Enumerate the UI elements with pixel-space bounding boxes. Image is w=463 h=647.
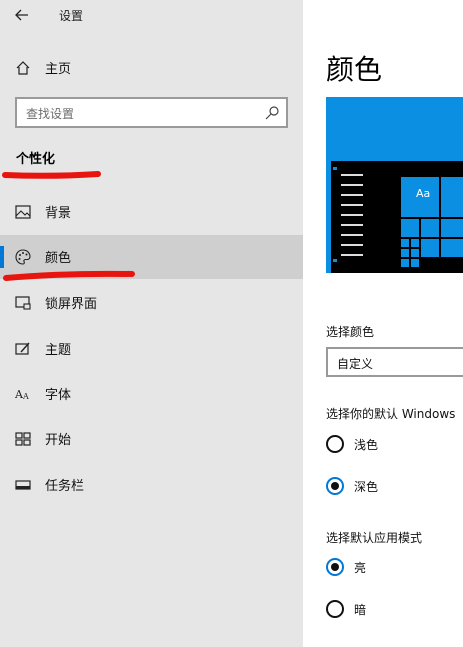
app-mode-label: 选择默认应用模式: [326, 531, 423, 545]
sidebar-item-label: 字体: [45, 388, 72, 403]
sidebar-item-label: 开始: [45, 433, 72, 448]
search-placeholder: 查找设置: [26, 107, 75, 121]
settings-sidebar: 设置 主页 查找设置 个性化 背景 颜色 锁屏界面 主题 A A 字体 开始 任…: [0, 0, 303, 647]
radio-bright[interactable]: 亮: [326, 556, 463, 580]
radio-light[interactable]: 浅色: [326, 433, 463, 457]
main-content: 颜色 Aa 选择颜色 自定义 选择你的默认 Windows 浅色 深色 选择默认…: [303, 0, 463, 647]
lock-screen-icon: [15, 296, 31, 310]
radio-circle-checked[interactable]: [326, 477, 344, 495]
search-input[interactable]: 查找设置: [15, 97, 288, 128]
annotation-underline: [2, 171, 101, 179]
windows-mode-label: 选择你的默认 Windows: [326, 407, 456, 421]
font-icon: A A: [14, 388, 29, 401]
sidebar-item-label: 任务栏: [45, 479, 85, 494]
back-button[interactable]: [10, 4, 36, 26]
choose-color-dropdown[interactable]: 自定义: [326, 347, 463, 377]
radio-label: 浅色: [354, 438, 379, 452]
radio-label: 深色: [354, 480, 379, 494]
home-icon: [16, 61, 30, 75]
color-preview: Aa: [326, 97, 463, 273]
sidebar-item-label: 锁屏界面: [45, 297, 98, 312]
radio-label: 暗: [354, 603, 367, 617]
sidebar-item-taskbar[interactable]: 任务栏: [0, 463, 303, 507]
title-bar: 设置: [0, 0, 303, 32]
picture-icon: [15, 205, 31, 219]
active-indicator: [0, 246, 4, 268]
radio-label: 亮: [354, 561, 367, 575]
dropdown-value: 自定义: [337, 357, 374, 371]
section-title: 个性化: [16, 152, 56, 167]
sidebar-item-label: 背景: [45, 206, 72, 221]
preview-start-menu: Aa: [331, 161, 463, 273]
radio-circle[interactable]: [326, 435, 344, 453]
page-title: 颜色: [326, 53, 383, 86]
theme-brush-icon: [15, 342, 30, 355]
radio-circle[interactable]: [326, 600, 344, 618]
sidebar-item-background[interactable]: 背景: [0, 190, 303, 234]
preview-start-layout: Aa: [333, 167, 463, 267]
window-title: 设置: [59, 9, 84, 23]
start-menu-icon: [15, 432, 31, 446]
search-icon: [265, 106, 279, 120]
sidebar-item-home[interactable]: 主页: [0, 46, 303, 90]
radio-circle-checked[interactable]: [326, 558, 344, 576]
sidebar-item-label: 主题: [45, 343, 72, 358]
sidebar-item-start[interactable]: 开始: [0, 417, 303, 461]
palette-icon: [15, 249, 31, 265]
choose-color-label: 选择颜色: [326, 325, 375, 339]
svg-text:A: A: [22, 392, 29, 401]
taskbar-icon: [15, 480, 31, 490]
back-arrow-icon: [15, 9, 28, 21]
sidebar-item-fonts[interactable]: A A 字体: [0, 372, 303, 416]
preview-tile-text: Aa: [416, 187, 430, 200]
sidebar-item-lock-screen[interactable]: 锁屏界面: [0, 281, 303, 325]
sidebar-item-label: 主页: [45, 62, 72, 77]
radio-dark[interactable]: 深色: [326, 475, 463, 499]
radio-dim[interactable]: 暗: [326, 598, 463, 622]
sidebar-item-themes[interactable]: 主题: [0, 327, 303, 371]
sidebar-item-label: 颜色: [45, 251, 72, 266]
